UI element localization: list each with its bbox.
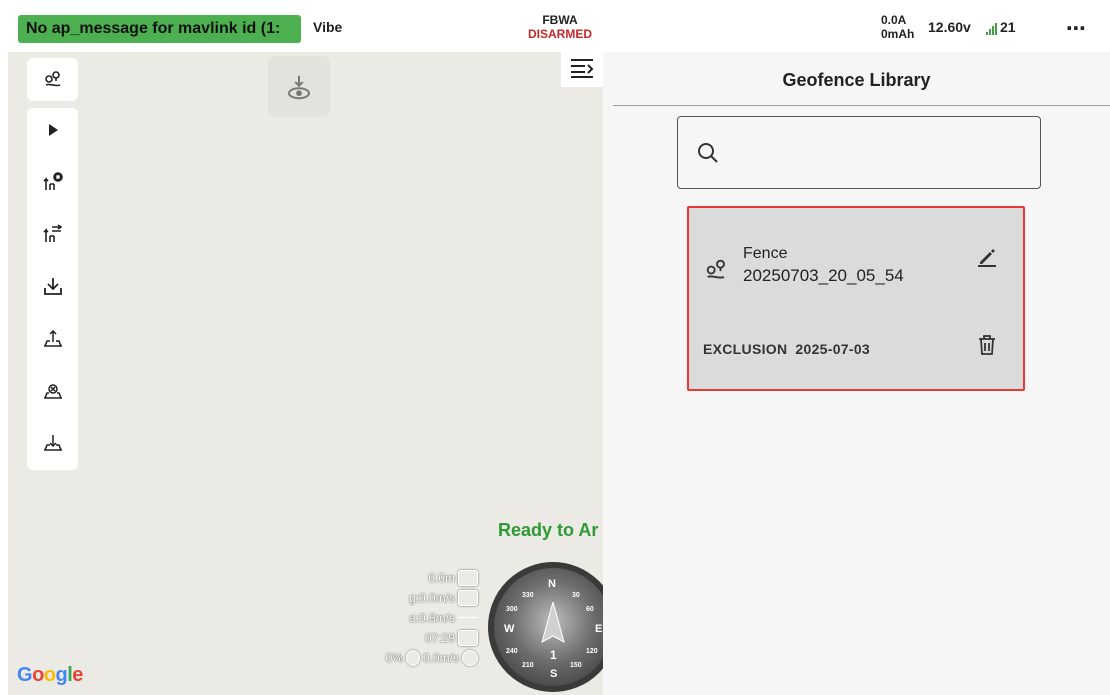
battery-voltage: 12.60v [928, 19, 971, 35]
signal-bars-icon [986, 23, 997, 35]
throttle-icon [405, 650, 420, 666]
vibe-indicator[interactable]: Vibe [313, 19, 342, 35]
location-target-icon [288, 75, 310, 99]
mission-list-icon[interactable] [27, 216, 78, 252]
signal-indicator[interactable]: 21 [986, 19, 1016, 35]
compass-gauge: N E S W 30 60 120 150 210 240 300 330 1 [488, 562, 618, 692]
climb-rate-value: 0.0m/s [422, 651, 459, 665]
flight-mode: FBWA [542, 13, 578, 27]
geofence-library-panel: Geofence Library Fence 20250703_20_05_54… [603, 52, 1110, 695]
speedometer-icon [458, 590, 478, 606]
ground-speed-value: g:0.0m/s [408, 591, 455, 605]
delete-button[interactable] [972, 330, 1002, 360]
pencil-icon [978, 249, 996, 267]
geofence-tool-button[interactable] [27, 58, 78, 101]
geofence-icon [703, 256, 731, 289]
edit-button[interactable] [972, 242, 1002, 272]
import-icon[interactable] [27, 424, 78, 460]
panel-title: Geofence Library [782, 70, 931, 90]
recenter-button[interactable] [268, 56, 330, 117]
upload-icon[interactable] [27, 320, 78, 356]
aircraft-heading-icon [541, 602, 565, 644]
compass-tick-210: 210 [522, 662, 534, 669]
ready-to-arm-text: Ready to Ar [498, 520, 599, 540]
compass-north: N [548, 578, 556, 590]
altitude-value: 0.0m [428, 571, 455, 585]
fence-card[interactable]: Fence 20250703_20_05_54 EXCLUSION 2025-07… [687, 206, 1025, 391]
fence-label: Fence [743, 245, 788, 262]
search-input[interactable] [734, 137, 1024, 169]
toggle-panel-button[interactable] [561, 49, 603, 87]
air-speed-icon [458, 617, 478, 619]
fence-name: Fence 20250703_20_05_54 [743, 243, 904, 287]
fence-meta: EXCLUSION 2025-07-03 [703, 341, 870, 357]
compass-tick-60: 60 [586, 606, 594, 613]
more-menu-icon[interactable]: ⋯ [1066, 16, 1087, 41]
compass-center-value: 1 [550, 648, 557, 662]
play-icon[interactable] [27, 112, 78, 148]
compass-tick-330: 330 [522, 592, 534, 599]
search-icon [698, 143, 718, 163]
flight-time-icon [458, 630, 478, 646]
arm-state: DISARMED [527, 27, 592, 41]
flight-mode-indicator[interactable]: FBWA DISARMED [520, 13, 600, 41]
clear-map-icon[interactable] [27, 372, 78, 408]
altitude-icon [458, 570, 478, 586]
search-box[interactable] [677, 116, 1041, 189]
status-message[interactable]: No ap_message for mavlink id (1: [18, 15, 301, 43]
list-collapse-icon [571, 59, 594, 78]
compass-west: W [504, 623, 515, 635]
battery-consumed: 0mAh [881, 27, 915, 41]
battery-current: 0.0A [881, 13, 907, 27]
mission-toolbar [27, 108, 78, 470]
air-speed-value: a:0.8m/s [408, 611, 455, 625]
panel-divider [613, 105, 1110, 106]
trash-icon [979, 335, 995, 355]
signal-value: 21 [1000, 19, 1016, 35]
download-icon[interactable] [27, 268, 78, 304]
geofence-icon [27, 62, 78, 98]
map-view[interactable]: Ready to Ar 0.0m g:0.0m/s a:0.8m/s 07:29… [8, 49, 618, 695]
compass-east: E [595, 623, 603, 635]
clear-mission-icon[interactable] [27, 164, 78, 200]
telemetry-overlay: 0.0m g:0.0m/s a:0.8m/s 07:29 0% 0.0m/s [338, 568, 478, 668]
fence-date: 2025-07-03 [795, 341, 871, 357]
compass-tick-300: 300 [506, 606, 518, 613]
fence-id: 20250703_20_05_54 [743, 266, 904, 285]
throttle-value: 0% [385, 651, 403, 665]
status-bar: No ap_message for mavlink id (1: Vibe FB… [0, 0, 1110, 52]
compass-tick-240: 240 [506, 648, 518, 655]
compass-tick-30: 30 [572, 592, 580, 599]
compass-tick-150: 150 [570, 662, 582, 669]
compass-tick-120: 120 [586, 648, 598, 655]
compass-south: S [550, 668, 558, 680]
flight-time-value: 07:29 [424, 631, 455, 645]
climb-icon [462, 650, 478, 666]
fence-type: EXCLUSION [703, 341, 788, 357]
battery-stats: 0.0A 0mAh [881, 13, 914, 41]
google-logo: Google [17, 664, 83, 686]
